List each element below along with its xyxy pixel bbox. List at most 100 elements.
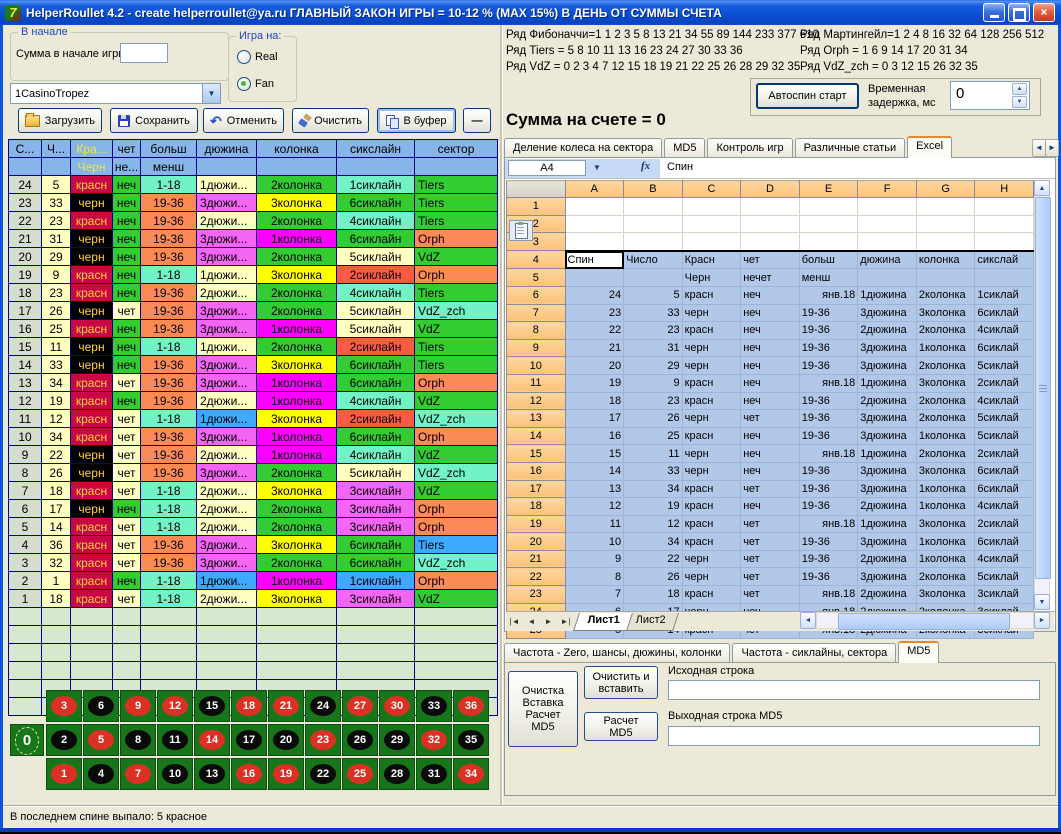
excel-cell[interactable]: 6сиклай — [975, 533, 1034, 551]
excel-cell[interactable]: 2колонка — [916, 410, 975, 428]
tab-md5[interactable]: MD5 — [664, 138, 705, 158]
excel-cell[interactable]: 1дюжина — [858, 374, 917, 392]
excel-cell[interactable] — [975, 198, 1034, 216]
excel-row-header-12[interactable]: 12 — [507, 392, 566, 410]
excel-cell[interactable]: 19-36 — [799, 392, 858, 410]
excel-cell[interactable]: черн — [682, 410, 741, 428]
excel-cell[interactable]: 4сиклай — [975, 550, 1034, 568]
excel-cell[interactable]: чет — [741, 480, 800, 498]
excel-cell[interactable]: 5сиклай — [975, 357, 1034, 375]
excel-cell[interactable]: нечет — [741, 269, 800, 287]
excel-cell[interactable]: 19-36 — [799, 462, 858, 480]
roulette-number-29[interactable]: 29 — [379, 724, 415, 756]
excel-cell[interactable] — [565, 233, 624, 251]
excel-row-header-20[interactable]: 20 — [507, 533, 566, 551]
excel-cell[interactable] — [565, 269, 624, 287]
excel-cell[interactable]: черн — [682, 339, 741, 357]
excel-cell[interactable] — [624, 233, 683, 251]
excel-cell[interactable]: 1сиклай — [975, 286, 1034, 304]
excel-cell[interactable]: 3дюжина — [858, 427, 917, 445]
excel-cell[interactable]: неч — [741, 374, 800, 392]
excel-row-header-22[interactable]: 22 — [507, 568, 566, 586]
excel-cell[interactable]: неч — [741, 427, 800, 445]
excel-cell[interactable]: 2сиклай — [975, 515, 1034, 533]
tab-различные-статьи[interactable]: Различные статьи — [795, 138, 906, 158]
undo-button[interactable]: ↶Отменить — [203, 108, 284, 133]
excel-column-header-A[interactable]: A — [565, 181, 624, 198]
excel-cell[interactable]: Число — [624, 251, 683, 269]
excel-cell[interactable]: чет — [741, 533, 800, 551]
roulette-number-16[interactable]: 16 — [231, 758, 267, 790]
excel-cell[interactable]: 3дюжина — [858, 462, 917, 480]
hscroll-left-icon[interactable]: ◄ — [800, 612, 816, 629]
excel-cell[interactable] — [741, 233, 800, 251]
scroll-down-icon[interactable]: ▼ — [1034, 594, 1050, 610]
excel-cell[interactable]: 3колонка — [916, 462, 975, 480]
md5-clear-paste-calc-button[interactable]: Очистка Вставка Расчет MD5 — [508, 671, 578, 747]
excel-cell[interactable] — [858, 215, 917, 233]
roulette-number-30[interactable]: 30 — [379, 690, 415, 722]
excel-cell[interactable]: Красн — [682, 251, 741, 269]
excel-cell[interactable]: 1дюжина — [858, 286, 917, 304]
excel-row-header-15[interactable]: 15 — [507, 445, 566, 463]
excel-cell[interactable]: 2колонка — [916, 392, 975, 410]
excel-cell[interactable]: чет — [741, 550, 800, 568]
excel-cell[interactable]: 2колонка — [916, 357, 975, 375]
excel-cell[interactable]: 2дюжина — [858, 586, 917, 604]
excel-cell[interactable]: неч — [741, 339, 800, 357]
excel-cell[interactable]: 22 — [565, 322, 624, 340]
excel-cell[interactable]: 9 — [565, 550, 624, 568]
roulette-number-23[interactable]: 23 — [305, 724, 341, 756]
excel-cell[interactable]: 15 — [565, 445, 624, 463]
excel-cell[interactable]: 1дюжина — [858, 515, 917, 533]
excel-column-header-B[interactable]: B — [624, 181, 683, 198]
excel-cell[interactable]: 2сиклай — [975, 374, 1034, 392]
excel-column-header-E[interactable]: E — [799, 181, 858, 198]
excel-cell[interactable]: 2сиклай — [975, 445, 1034, 463]
formula-text[interactable]: Спин — [667, 161, 693, 173]
excel-cell[interactable]: 31 — [624, 339, 683, 357]
excel-cell[interactable]: неч — [741, 304, 800, 322]
excel-cell[interactable] — [799, 233, 858, 251]
excel-cell[interactable]: красн — [682, 392, 741, 410]
roulette-number-12[interactable]: 12 — [157, 690, 193, 722]
excel-cell[interactable]: янв.18 — [799, 445, 858, 463]
sheet-first-icon[interactable]: |◄ — [506, 614, 523, 630]
excel-cell[interactable]: 19-36 — [799, 339, 858, 357]
tab-контроль-игр[interactable]: Контроль игр — [707, 138, 792, 158]
sheet-last-icon[interactable]: ►| — [557, 614, 574, 630]
excel-cell[interactable]: 19-36 — [799, 550, 858, 568]
excel-cell[interactable]: 34 — [624, 533, 683, 551]
autospin-start-button[interactable]: Автоспин старт — [756, 83, 859, 109]
roulette-number-28[interactable]: 28 — [379, 758, 415, 790]
excel-cell[interactable] — [858, 198, 917, 216]
excel-cell[interactable]: 8 — [565, 568, 624, 586]
excel-cell[interactable]: 6сиклай — [975, 480, 1034, 498]
excel-cell[interactable]: 12 — [565, 498, 624, 516]
delay-spinner[interactable]: 0 ▲ ▼ — [950, 81, 1030, 110]
excel-column-header-F[interactable]: F — [858, 181, 917, 198]
excel-cell[interactable]: 22 — [624, 550, 683, 568]
excel-cell[interactable] — [799, 198, 858, 216]
excel-row-header-8[interactable]: 8 — [507, 322, 566, 340]
tab-scroll-right-icon[interactable]: ► — [1045, 139, 1059, 157]
excel-cell[interactable]: Спин — [565, 251, 624, 269]
excel-cell[interactable]: 4сиклай — [975, 392, 1034, 410]
excel-cell[interactable]: черн — [682, 357, 741, 375]
excel-row-header-6[interactable]: 6 — [507, 286, 566, 304]
excel-cell[interactable]: 4сиклай — [975, 498, 1034, 516]
excel-cell[interactable]: 3дюжина — [858, 339, 917, 357]
excel-cell[interactable]: 24 — [565, 286, 624, 304]
excel-cell[interactable]: 19-36 — [799, 533, 858, 551]
close-button[interactable]: × — [1033, 3, 1055, 22]
namebox-dropdown-icon[interactable]: ▼ — [589, 161, 605, 175]
excel-row-header-19[interactable]: 19 — [507, 515, 566, 533]
roulette-number-5[interactable]: 5 — [83, 724, 119, 756]
excel-cell[interactable] — [741, 198, 800, 216]
excel-cell[interactable]: 3дюжина — [858, 568, 917, 586]
excel-cell[interactable] — [682, 215, 741, 233]
roulette-number-14[interactable]: 14 — [194, 724, 230, 756]
chevron-down-icon[interactable]: ▼ — [202, 84, 220, 103]
excel-cell[interactable]: 9 — [624, 374, 683, 392]
excel-cell[interactable]: неч — [741, 498, 800, 516]
